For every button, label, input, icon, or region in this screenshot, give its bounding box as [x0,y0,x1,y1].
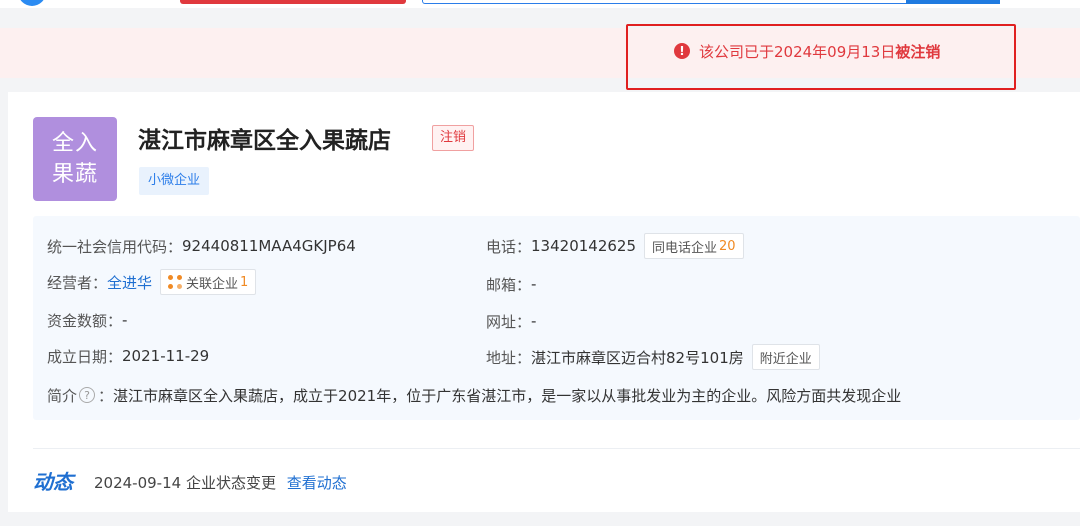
address-label: 地址： [486,348,532,367]
related-companies-count: 1 [240,274,249,290]
credit-code-row: 统一社会信用代码： 92440811MAA4GKJP64 [47,232,356,260]
intro-text: 湛江市麻章区全入果蔬店，成立于2021年，位于广东省湛江市，是一家以从事批发业为… [113,386,902,405]
address-value: 湛江市麻章区迈合村82号101房 [531,348,744,367]
website-value: - [531,312,537,330]
email-value: - [531,275,537,293]
website-label: 网址： [486,312,532,331]
view-dynamics-link[interactable]: 查看动态 [287,474,347,492]
cancellation-date-text: 该公司已于2024年09月13日 [699,42,896,61]
help-icon[interactable]: ? [79,387,96,403]
phone-row: 电话： 13420142625 同电话企业 20 [486,232,744,260]
related-companies-label: 关联企业 [186,276,239,292]
dynamics-title: 动态 [33,470,73,494]
email-row: 邮箱： - [486,270,536,298]
founded-row: 成立日期： 2021-11-29 [47,342,209,370]
dynamics-date: 2024-09-14 [94,474,182,492]
search-button[interactable] [906,0,1000,4]
header-red-button[interactable] [180,0,406,4]
phone-label: 电话： [486,237,532,256]
nearby-companies-button[interactable]: 附近企业 [751,344,820,370]
founded-label: 成立日期： [47,347,123,366]
credit-code-label: 统一社会信用代码： [47,237,183,256]
same-phone-count: 20 [719,238,736,254]
related-companies-button[interactable]: 关联企业 1 [160,269,257,295]
operator-row: 经营者： 全进华 关联企业 1 [47,268,257,296]
operator-link[interactable]: 全进华 [107,272,152,293]
status-badge: 注销 [432,125,475,151]
intro-separator: ： [98,386,114,405]
dynamics-entry: 2024-09-14 企业状态变更 查看动态 [94,472,347,493]
cancellation-status-text: 被注销 [895,42,941,61]
relation-graph-icon [168,275,183,289]
company-logo: 全入 果蔬 [33,117,117,201]
credit-code-value: 92440811MAA4GKJP64 [182,237,356,255]
company-logo-line1: 全入 [51,131,98,156]
address-row: 地址： 湛江市麻章区迈合村82号101房 附近企业 [486,343,820,371]
founded-value: 2021-11-29 [122,347,210,365]
alert-circle-icon: ! [674,43,690,59]
same-phone-companies-button[interactable]: 同电话企业 20 [644,233,744,259]
section-divider [33,448,1080,449]
company-name: 湛江市麻章区全入果蔬店 [138,128,391,154]
capital-label: 资金数额： [47,311,123,330]
intro-label: 简介 [47,386,78,405]
cancellation-notice: ! 该公司已于2024年09月13日 被注销 [674,40,940,62]
operator-label: 经营者： [47,273,108,292]
capital-value: - [122,311,128,329]
email-label: 邮箱： [486,275,532,294]
dynamics-event: 企业状态变更 [185,474,276,492]
website-row: 网址： - [486,307,536,335]
same-phone-label: 同电话企业 [652,240,718,256]
capital-row: 资金数额： - [47,306,127,334]
company-logo-line2: 果蔬 [51,162,98,187]
intro-row: 简介 ? ： 湛江市麻章区全入果蔬店，成立于2021年，位于广东省湛江市，是一家… [47,381,901,409]
phone-value: 13420142625 [531,237,636,255]
scale-badge[interactable]: 小微企业 [139,167,210,195]
